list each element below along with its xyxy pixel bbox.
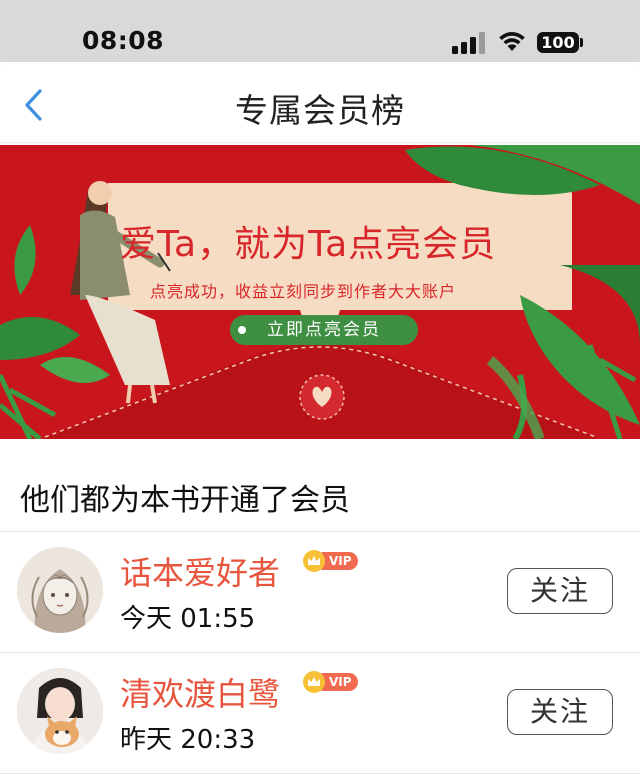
avatar[interactable] (17, 668, 103, 754)
battery-tip (580, 38, 583, 47)
banner-headline: 爱Ta，就为Ta点亮会员 (120, 224, 497, 265)
follow-button[interactable]: 关注 (507, 568, 613, 614)
vip-badge: VIP (303, 671, 358, 693)
status-bar: 08:08 100 (0, 0, 640, 62)
member-timestamp: 昨天 20:33 (120, 725, 256, 755)
crown-icon (303, 671, 325, 693)
section-title: 他们都为本书开通了会员 (20, 483, 350, 518)
member-name[interactable]: 话本爱好者 (120, 548, 280, 594)
light-up-membership-button[interactable]: 立即点亮会员 (230, 315, 418, 345)
vip-badge: VIP (303, 550, 358, 572)
battery-icon: 100 (537, 32, 579, 53)
cellular-signal-icon (452, 32, 486, 54)
member-row: 话本爱好者 VIP 今天 01:55 关注 (0, 532, 640, 652)
follow-button[interactable]: 关注 (507, 689, 613, 735)
divider (0, 773, 640, 774)
status-time: 08:08 (82, 26, 165, 55)
promo-banner[interactable]: 爱Ta，就为Ta点亮会员 点亮成功，收益立刻同步到作者大大账户 立即点亮会员 (0, 145, 640, 439)
nav-bar: 专属会员榜 (0, 62, 640, 142)
member-row: 清欢渡白鹭 VIP 昨天 20:33 关注 (0, 653, 640, 773)
cta-dot-icon (238, 326, 246, 334)
avatar[interactable] (17, 547, 103, 633)
cta-label: 立即点亮会员 (267, 320, 381, 340)
banner-subtitle: 点亮成功，收益立刻同步到作者大大账户 (150, 282, 457, 301)
crown-icon (303, 550, 325, 572)
member-name[interactable]: 清欢渡白鹭 (120, 669, 280, 715)
page-title: 专属会员榜 (235, 91, 405, 130)
wifi-icon (499, 32, 525, 51)
girl-with-cat-avatar-image (17, 668, 103, 754)
sketch-girl-avatar-image (17, 547, 103, 633)
member-timestamp: 今天 01:55 (120, 604, 256, 634)
